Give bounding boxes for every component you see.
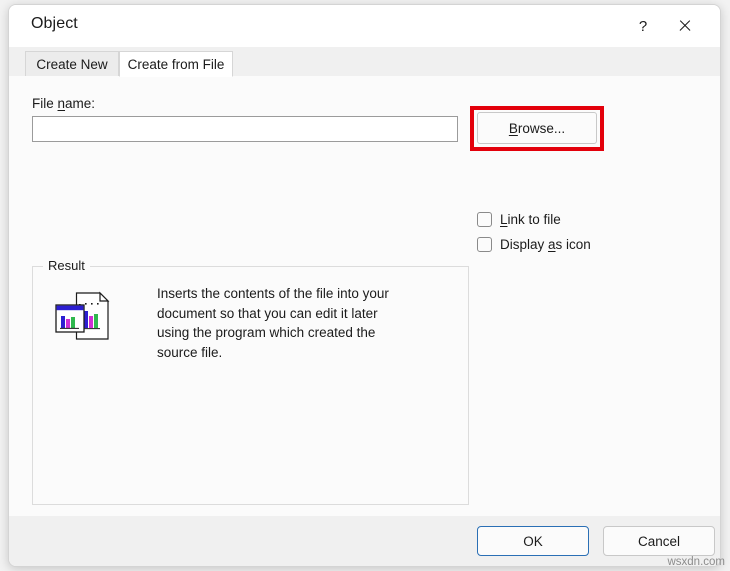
help-button[interactable]: ? — [626, 10, 660, 42]
checkbox-display-as-icon[interactable]: Display as icon — [477, 237, 591, 252]
dialog-title: Object — [31, 15, 78, 33]
result-description: Inserts the contents of the file into yo… — [157, 284, 409, 362]
screen: Object ? Create New Create from File Fil… — [0, 0, 730, 571]
ok-button[interactable]: OK — [477, 526, 589, 556]
result-groupbox-legend: Result — [43, 258, 90, 273]
close-button[interactable] — [668, 10, 702, 42]
tab-create-from-file[interactable]: Create from File — [119, 51, 233, 77]
watermark: wsxdn.com — [667, 556, 725, 568]
checkbox-link-to-file[interactable]: Link to file — [477, 212, 561, 227]
file-name-label: File name: — [32, 96, 95, 111]
checkbox-box-icon — [477, 237, 492, 252]
browse-button[interactable]: Browse... — [477, 112, 597, 144]
dialog-footer: OK Cancel — [9, 516, 720, 566]
cancel-button[interactable]: Cancel — [603, 526, 715, 556]
checkbox-box-icon — [477, 212, 492, 227]
embedded-chart-document-icon — [54, 291, 112, 343]
tab-create-new[interactable]: Create New — [25, 51, 119, 77]
object-dialog: Object ? Create New Create from File Fil… — [8, 4, 721, 567]
tab-strip: Create New Create from File — [9, 47, 720, 77]
checkbox-display-as-icon-label: Display as icon — [500, 237, 591, 252]
tab-panel-create-from-file: File name: Browse... Link to file Displa… — [9, 76, 720, 517]
checkbox-link-to-file-label: Link to file — [500, 212, 561, 227]
close-icon — [678, 19, 692, 33]
dialog-titlebar: Object ? — [9, 5, 720, 47]
file-name-input[interactable] — [32, 116, 458, 142]
